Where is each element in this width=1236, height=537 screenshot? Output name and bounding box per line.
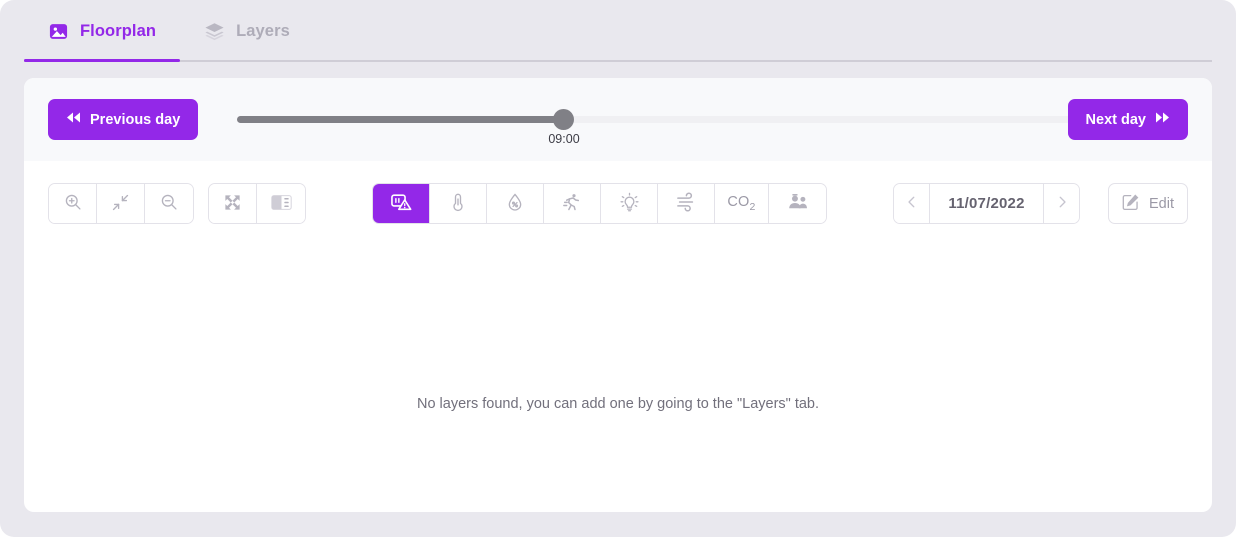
side-panel-icon [270, 193, 292, 215]
edit-button[interactable]: Edit [1108, 183, 1188, 224]
next-day-button[interactable]: Next day [1067, 99, 1188, 140]
occupancy-filter[interactable] [769, 184, 826, 223]
previous-day-button[interactable]: Previous day [48, 99, 199, 140]
collapse-arrows-icon [111, 193, 130, 215]
previous-day-label: Previous day [90, 111, 181, 128]
date-navigator: 11/07/2022 [893, 183, 1080, 224]
time-slider[interactable]: 09:00 [212, 78, 1079, 161]
zoom-control-group [48, 183, 194, 224]
pencil-square-icon [1122, 193, 1140, 215]
co2-text-icon: CO2 [727, 194, 756, 213]
sensor-filter-group: CO2 [372, 183, 827, 224]
app-shell: Floorplan Layers Previous day 09:00 Next… [0, 0, 1236, 537]
people-icon [787, 192, 809, 215]
lightbulb-icon [619, 192, 640, 216]
zoom-in-button[interactable] [49, 184, 97, 223]
tab-bar: Floorplan Layers [24, 0, 1212, 62]
view-control-group [208, 183, 306, 224]
zoom-reset-button[interactable] [97, 184, 145, 223]
rewind-icon [66, 111, 81, 128]
next-day-label: Next day [1085, 111, 1146, 128]
tab-layers[interactable]: Layers [180, 0, 314, 62]
image-icon [48, 21, 69, 42]
slider-fill [237, 116, 564, 123]
empty-state: No layers found, you can add one by goin… [24, 245, 1212, 512]
timeline-row: Previous day 09:00 Next day [24, 78, 1212, 161]
toolbar-row: CO2 11/07/2022 Edit [24, 161, 1212, 245]
device-alert-icon [390, 192, 412, 215]
temperature-filter[interactable] [430, 184, 487, 223]
layers-icon [204, 21, 225, 42]
edit-button-label: Edit [1149, 195, 1174, 212]
co2-filter[interactable]: CO2 [715, 184, 769, 223]
date-value[interactable]: 11/07/2022 [930, 184, 1043, 223]
airflow-filter[interactable] [658, 184, 715, 223]
tab-layers-label: Layers [236, 21, 290, 40]
previous-date-button[interactable] [894, 184, 930, 223]
empty-state-message: No layers found, you can add one by goin… [416, 395, 820, 412]
light-filter[interactable] [601, 184, 658, 223]
humidity-filter[interactable] [487, 184, 544, 223]
chevron-right-icon [1055, 195, 1069, 212]
floorplan-card: Previous day 09:00 Next day CO2 11/07/20… [24, 78, 1212, 512]
fast-forward-icon [1155, 111, 1170, 128]
running-person-icon [562, 192, 582, 215]
wind-icon [675, 192, 697, 215]
zoom-out-button[interactable] [145, 184, 193, 223]
motion-filter[interactable] [544, 184, 601, 223]
toggle-panel-button[interactable] [257, 184, 305, 223]
humidity-droplet-icon [505, 192, 525, 215]
tab-bar-divider [24, 60, 1212, 62]
tab-floorplan[interactable]: Floorplan [24, 0, 181, 62]
thermometer-icon [448, 192, 468, 215]
magnifier-plus-icon [63, 192, 83, 215]
slider-thumb[interactable] [553, 109, 574, 130]
alerts-filter[interactable] [373, 184, 430, 223]
expand-arrows-icon [223, 193, 242, 215]
chevron-left-icon [905, 195, 919, 212]
tab-floorplan-label: Floorplan [80, 21, 157, 40]
magnifier-minus-icon [159, 192, 179, 215]
next-date-button[interactable] [1043, 184, 1079, 223]
fullscreen-button[interactable] [209, 184, 257, 223]
slider-time-label: 09:00 [548, 132, 580, 146]
